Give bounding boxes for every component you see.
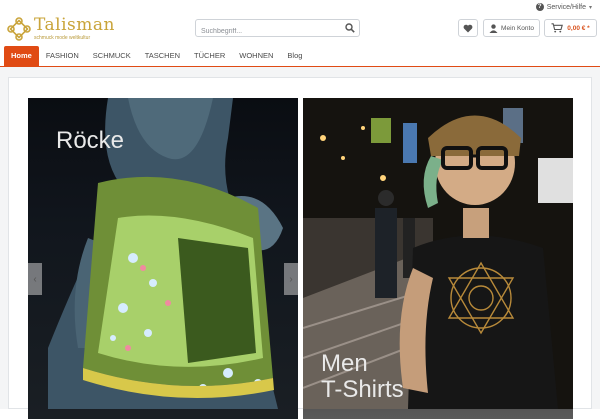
logo-name: Talisman xyxy=(34,15,115,35)
nav-item-wohnen[interactable]: WOHNEN xyxy=(232,46,280,66)
banner-men-line1: Men xyxy=(321,350,368,377)
cart-icon xyxy=(551,23,564,33)
nav-item-blog[interactable]: Blog xyxy=(280,46,309,66)
chevron-right-icon: › xyxy=(289,273,293,285)
nav-item-tuecher[interactable]: TÜCHER xyxy=(187,46,232,66)
wishlist-button[interactable] xyxy=(458,19,478,37)
search-box xyxy=(195,19,360,40)
chevron-down-icon: ▾ xyxy=(588,4,592,11)
banner-men-tshirts-title: Men T-Shirts xyxy=(321,351,404,403)
cart-amount: 0,00 € * xyxy=(567,24,590,32)
nav-item-home[interactable]: Home xyxy=(4,46,39,66)
slider-prev-button[interactable]: ‹ xyxy=(28,263,42,295)
help-icon: ? xyxy=(535,3,544,11)
logo-tagline: schmuck mode weltkultur xyxy=(34,35,91,41)
chevron-left-icon: ‹ xyxy=(33,273,37,285)
my-account-button[interactable]: Mein Konto xyxy=(483,19,540,37)
banner-men-line2: T-Shirts xyxy=(321,376,404,403)
service-help-link[interactable]: ? Service/Hilfe ▾ xyxy=(535,3,592,11)
banner-men-tshirts[interactable]: Men T-Shirts xyxy=(303,98,573,419)
cart-button[interactable]: 0,00 € * xyxy=(544,19,597,37)
nav-item-schmuck[interactable]: SCHMUCK xyxy=(86,46,138,66)
banner-skirts-title: Röcke xyxy=(56,127,125,154)
search-icon[interactable] xyxy=(345,23,355,33)
celtic-knot-icon xyxy=(7,17,31,41)
nav-item-fashion[interactable]: FASHION xyxy=(39,46,86,66)
banner-skirts[interactable]: Röcke xyxy=(28,98,298,419)
user-icon xyxy=(489,23,498,33)
logo[interactable]: Talisman schmuck mode weltkultur xyxy=(7,17,115,41)
slider-next-button[interactable]: › xyxy=(284,263,298,295)
heart-icon xyxy=(463,24,473,32)
service-help-label: Service/Hilfe xyxy=(546,3,586,11)
nav-item-taschen[interactable]: TASCHEN xyxy=(138,46,187,66)
search-input[interactable] xyxy=(196,23,346,40)
main-navigation: Home FASHION SCHMUCK TASCHEN TÜCHER WOHN… xyxy=(0,46,600,67)
my-account-label: Mein Konto xyxy=(501,24,534,32)
